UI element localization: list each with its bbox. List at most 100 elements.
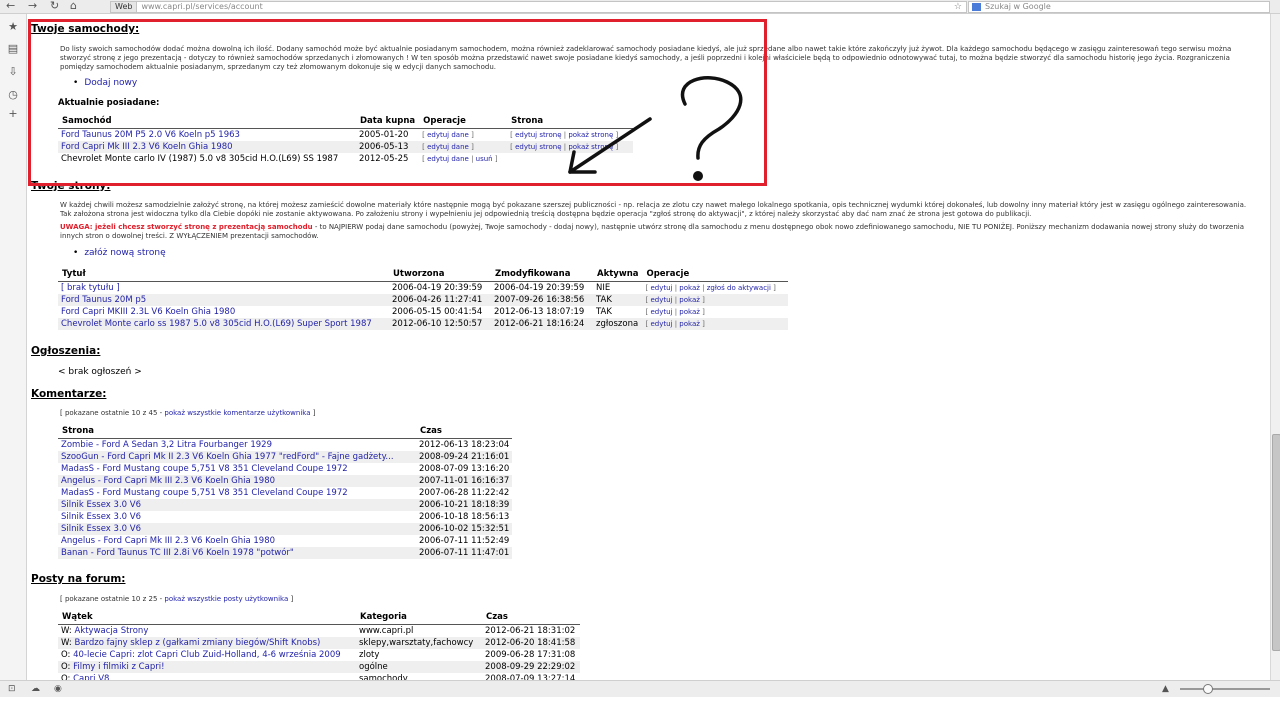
show-link[interactable]: pokaż — [679, 296, 700, 304]
show-link[interactable]: pokaż — [679, 320, 700, 328]
page-active: zgłoszona — [593, 318, 643, 330]
thread-cell: W: Aktywacja Strony — [58, 625, 356, 638]
back-icon[interactable]: ← — [6, 0, 15, 12]
comment-page-link[interactable]: MadasS - Ford Mustang coupe 5,751 V8 351… — [61, 464, 348, 474]
col-comment-page: Strona — [58, 424, 416, 439]
comment-page-link[interactable]: Silnik Essex 3.0 V6 — [61, 512, 141, 522]
comment-page-link[interactable]: Angelus - Ford Capri Mk III 2.3 V6 Koeln… — [61, 536, 275, 546]
comment-page-link[interactable]: MadasS - Ford Mustang coupe 5,751 V8 351… — [61, 488, 348, 498]
forum-note: [ pokazane ostatnie 10 z 25 - pokaż wszy… — [60, 595, 293, 603]
question-dot — [693, 171, 703, 181]
warning-label: UWAGA: jeżeli chcesz stworzyć stronę z p… — [60, 223, 313, 231]
show-link[interactable]: pokaż — [679, 284, 700, 292]
comment-page-cell: Angelus - Ford Capri Mk III 2.3 V6 Koeln… — [58, 535, 416, 547]
edit-link[interactable]: edytuj — [650, 296, 672, 304]
annotation-symbol: ? — [27, 14, 28, 15]
forum-row: W: Bardzo fajny sklep z (gałkami zmiany … — [58, 637, 580, 649]
thread-link[interactable]: Aktywacja Strony — [74, 626, 148, 636]
reload-icon[interactable]: ↻ — [50, 0, 59, 12]
edit-link[interactable]: edytuj — [650, 308, 672, 316]
forum-note-prefix: [ pokazane ostatnie 10 z 25 - — [60, 595, 165, 603]
ads-heading: Ogłoszenia: — [31, 345, 101, 357]
forum-heading: Posty na forum: — [31, 573, 126, 585]
downloads-icon[interactable]: ⇩ — [6, 65, 20, 79]
page-operations: [ edytuj | pokaż ] — [642, 294, 789, 306]
thread-prefix: O: — [61, 650, 71, 660]
comment-page-cell: MadasS - Ford Mustang coupe 5,751 V8 351… — [58, 487, 416, 499]
comment-row: Angelus - Ford Capri Mk III 2.3 V6 Koeln… — [58, 535, 512, 547]
page-title-link[interactable]: [ brak tytułu ] — [61, 283, 120, 293]
browser-toolbar: ← → ↻ ⌂ Web www.capri.pl/services/account… — [0, 0, 1280, 14]
comment-time: 2006-10-21 18:18:39 — [416, 499, 513, 511]
thread-prefix: W: — [61, 638, 72, 648]
thread-category: samochody — [359, 674, 408, 680]
thread-link[interactable]: 40-lecie Capri: zlot Capri Club Zuid-Hol… — [73, 650, 341, 660]
edit-link[interactable]: edytuj — [650, 320, 672, 328]
comment-page-link[interactable]: SzooGun - Ford Capri Mk II 2.3 V6 Koeln … — [61, 452, 394, 462]
search-bar[interactable]: Szukaj w Google — [968, 1, 1270, 13]
home-icon[interactable]: ⌂ — [70, 0, 77, 12]
comment-page-link[interactable]: Zombie - Ford A Sedan 3,2 Litra Fourbang… — [61, 440, 272, 450]
comment-row: Silnik Essex 3.0 V6 2006-10-18 18:56:13 — [58, 511, 512, 523]
all-comments-link[interactable]: pokaż wszystkie komentarze użytkownika — [164, 409, 310, 417]
thread-time: 2008-09-29 22:29:02 — [482, 661, 580, 673]
add-page-link[interactable]: załóż nową stronę — [84, 248, 165, 258]
scrollbar-thumb[interactable] — [1272, 434, 1280, 651]
panel-toggle-icon[interactable]: ⊡ — [8, 683, 16, 695]
page-modified: 2012-06-21 18:16:24 — [491, 318, 593, 330]
page-row: Ford Capri MKIII 2.3L V6 Koeln Ghia 1980… — [58, 306, 788, 318]
page-title-link[interactable]: Ford Capri MKIII 2.3L V6 Koeln Ghia 1980 — [61, 307, 235, 317]
comment-time: 2012-06-13 18:23:04 — [419, 440, 510, 450]
comment-time: 2006-10-18 18:56:13 — [419, 512, 510, 522]
comment-page-link[interactable]: Angelus - Ford Capri Mk III 2.3 V6 Koeln… — [61, 476, 275, 486]
comment-page-cell: MadasS - Ford Mustang coupe 5,751 V8 351… — [58, 463, 416, 475]
comment-row: SzooGun - Ford Capri Mk II 2.3 V6 Koeln … — [58, 451, 513, 463]
history-icon[interactable]: ◷ — [6, 88, 20, 102]
thread-category: ogólne — [356, 661, 482, 673]
page-created: 2012-06-10 12:50:57 — [389, 318, 491, 330]
thread-cell: O: Capri V8 — [58, 673, 356, 680]
request-activation-link[interactable]: zgłoś do aktywacji — [707, 284, 771, 292]
comment-row: MadasS - Ford Mustang coupe 5,751 V8 351… — [58, 487, 512, 499]
forum-row: W: Aktywacja Strony www.capri.pl 2012-06-2… — [58, 625, 580, 638]
page-title-link[interactable]: Ford Taunus 20M p5 — [61, 295, 146, 305]
comment-page-cell: SzooGun - Ford Capri Mk II 2.3 V6 Koeln … — [58, 451, 416, 463]
thread-link[interactable]: Filmy i filmiki z Capri! — [73, 662, 164, 672]
thread-category: www.capri.pl — [359, 626, 414, 636]
edit-link[interactable]: edytuj — [650, 284, 672, 292]
thread-link[interactable]: Bardzo fajny sklep z (gałkami zmiany bie… — [74, 638, 320, 648]
bookmark-star-icon[interactable]: ☆ — [954, 2, 962, 12]
arrow-annotation — [568, 76, 743, 181]
thread-prefix: W: — [61, 626, 72, 636]
comment-row: MadasS - Ford Mustang coupe 5,751 V8 351… — [58, 463, 512, 475]
comment-page-link[interactable]: Silnik Essex 3.0 V6 — [61, 500, 141, 510]
page-created: 2006-05-15 00:41:54 — [392, 307, 483, 317]
comment-time: 2006-10-02 15:32:51 — [416, 523, 513, 535]
page-active: NIE — [596, 283, 611, 293]
zoom-slider-knob[interactable] — [1203, 684, 1213, 694]
forward-icon[interactable]: → — [28, 0, 37, 12]
cloud-icon[interactable]: ☁ — [31, 683, 40, 695]
vertical-scrollbar[interactable] — [1270, 14, 1280, 680]
star-icon[interactable]: ★ — [6, 20, 20, 34]
comments-note: [ pokazane ostatnie 10 z 45 - pokaż wszy… — [60, 409, 315, 417]
comment-page-cell: Zombie - Ford A Sedan 3,2 Litra Fourbang… — [58, 439, 416, 452]
page-title-cell: Ford Capri MKIII 2.3L V6 Koeln Ghia 1980 — [58, 306, 389, 318]
forum-note-suffix: ] — [288, 595, 294, 603]
pages-warning: UWAGA: jeżeli chcesz stworzyć stronę z p… — [60, 223, 1250, 241]
bookmarks-icon[interactable]: ▤ — [6, 42, 20, 56]
add-icon[interactable]: + — [6, 107, 20, 121]
col-forum-time: Czas — [482, 610, 580, 625]
comment-page-link[interactable]: Silnik Essex 3.0 V6 — [61, 524, 141, 534]
zoom-fit-icon[interactable]: ▲ — [1162, 683, 1169, 695]
all-posts-link[interactable]: pokaż wszystkie posty użytkownika — [164, 595, 288, 603]
zoom-slider-track[interactable] — [1180, 688, 1270, 690]
show-link[interactable]: pokaż — [679, 308, 700, 316]
camera-icon[interactable]: ◉ — [54, 683, 62, 695]
pages-table: Tytuł Utworzona Zmodyfikowana Aktywna Op… — [58, 267, 789, 330]
comment-page-cell: Silnik Essex 3.0 V6 — [58, 523, 416, 535]
comment-time: 2006-07-11 11:52:49 — [419, 536, 510, 546]
page-title-link[interactable]: Chevrolet Monte carlo ss 1987 5.0 v8 305… — [61, 319, 372, 329]
comment-page-link[interactable]: Banan - Ford Taunus TC III 2.8i V6 Koeln… — [61, 548, 294, 558]
url-bar[interactable]: Web www.capri.pl/services/account ☆ — [110, 1, 967, 13]
